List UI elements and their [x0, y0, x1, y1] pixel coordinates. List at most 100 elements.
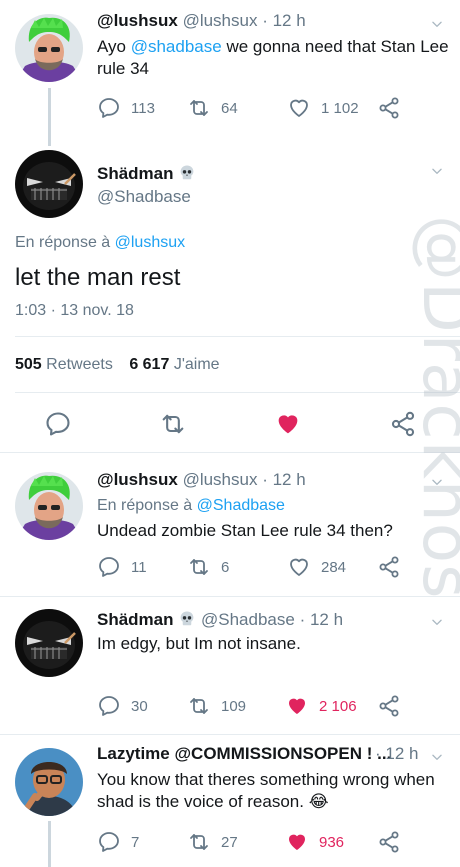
- retweets-stat[interactable]: 505 Retweets: [15, 356, 117, 373]
- user-handle[interactable]: @lushsux: [183, 470, 258, 489]
- tweet-header: Lazytime @COMMISSIONSOPEN ! ... · 12 h: [97, 744, 427, 764]
- share-button[interactable]: [389, 410, 417, 438]
- text-segment: Ayo: [97, 37, 131, 56]
- avatar[interactable]: [15, 609, 83, 677]
- retweet-button[interactable]: 27: [187, 830, 238, 854]
- tweet-actions: 30 109 2 106: [97, 694, 417, 722]
- main-name-row: Shädman: [97, 164, 196, 184]
- chevron-down-icon[interactable]: [430, 615, 444, 629]
- tweet-time[interactable]: · 12 h: [262, 470, 305, 489]
- reply-icon: [44, 410, 72, 438]
- display-name[interactable]: @lushsux: [97, 11, 178, 30]
- tweet-time[interactable]: · 12 h: [300, 610, 343, 629]
- reply-to-label: En réponse à: [97, 497, 197, 514]
- share-button[interactable]: [377, 555, 401, 579]
- tweet-header: @lushsux @lushsux · 12 h: [97, 470, 306, 490]
- chevron-down-icon[interactable]: [430, 475, 444, 489]
- reply-count: 7: [131, 833, 140, 851]
- retweet-button[interactable]: 6: [187, 555, 229, 579]
- chevron-down-icon[interactable]: [430, 17, 444, 31]
- reply-to-link[interactable]: @Shadbase: [197, 497, 285, 514]
- skull-icon: [178, 610, 196, 628]
- divider: [15, 392, 460, 393]
- thread-line: [48, 821, 51, 867]
- like-count: 284: [321, 558, 347, 576]
- like-button[interactable]: 1 102: [287, 96, 359, 120]
- retweets-label: Retweets: [46, 356, 113, 373]
- like-count: 2 106: [319, 697, 357, 715]
- retweet-button[interactable]: [159, 410, 187, 438]
- main-actions: [44, 410, 424, 438]
- share-button[interactable]: [377, 830, 401, 854]
- heart-filled-icon: [274, 410, 302, 438]
- reply-button[interactable]: 113: [97, 96, 155, 120]
- display-name[interactable]: Lazytime @COMMISSIONSOPEN ! ...: [97, 744, 391, 763]
- avatar[interactable]: [15, 472, 83, 540]
- mention-link[interactable]: @shadbase: [131, 37, 222, 56]
- reply-lushsux[interactable]: @lushsux @lushsux · 12 h En réponse à @S…: [0, 453, 460, 595]
- like-count: 1 102: [321, 99, 359, 117]
- emoji-joy: 😂: [308, 792, 329, 811]
- user-handle[interactable]: @Shadbase: [97, 187, 191, 206]
- reply-shadman[interactable]: Shädman @Shadbase · 12 h Im edgy, but Im…: [0, 597, 460, 734]
- retweet-button[interactable]: 109: [187, 694, 246, 718]
- retweet-button[interactable]: 64: [187, 96, 238, 120]
- avatar[interactable]: [15, 748, 83, 816]
- text-segment: shad is the voice of reason.: [97, 792, 304, 811]
- tweet-text: Im edgy, but Im not insane.: [97, 634, 301, 653]
- retweet-count: 6: [221, 558, 230, 576]
- reply-button[interactable]: 11: [97, 555, 147, 579]
- tweet-actions: 11 6 284: [97, 555, 417, 583]
- reply-icon: [97, 694, 121, 718]
- retweet-icon: [187, 694, 211, 718]
- display-name[interactable]: Shädman: [97, 610, 174, 629]
- user-handle[interactable]: @lushsux: [183, 11, 258, 30]
- reply-button[interactable]: [44, 410, 72, 438]
- like-button[interactable]: 284: [287, 555, 346, 579]
- chevron-down-icon[interactable]: [430, 750, 444, 764]
- chevron-down-icon[interactable]: [430, 164, 444, 178]
- reply-to-link[interactable]: @lushsux: [115, 234, 186, 251]
- divider: [15, 336, 460, 337]
- tweet-time[interactable]: · 12 h: [262, 11, 305, 30]
- avatar[interactable]: [15, 150, 83, 218]
- retweets-count: 505: [15, 356, 42, 373]
- display-name[interactable]: @lushsux: [97, 470, 178, 489]
- display-name[interactable]: Shädman: [97, 164, 174, 183]
- likes-label: J'aime: [173, 356, 220, 373]
- heart-icon: [287, 96, 311, 120]
- tweet-actions: 7 27 936: [97, 830, 417, 858]
- reply-count: 11: [131, 558, 147, 576]
- share-button[interactable]: [377, 96, 401, 120]
- share-icon: [377, 96, 401, 120]
- like-button[interactable]: [274, 410, 302, 438]
- retweet-icon: [187, 96, 211, 120]
- reply-to-label: En réponse à: [15, 234, 115, 251]
- like-button[interactable]: 2 106: [285, 694, 357, 718]
- reply-icon: [97, 96, 121, 120]
- share-button[interactable]: [377, 694, 401, 718]
- reply-count: 113: [131, 99, 155, 117]
- reply-button[interactable]: 7: [97, 830, 139, 854]
- engagement-stats: 505 Retweets 6 617 J'aime: [15, 356, 220, 374]
- retweet-count: 27: [221, 833, 238, 851]
- reply-lazytime[interactable]: Lazytime @COMMISSIONSOPEN ! ... · 12 h Y…: [0, 735, 460, 867]
- reply-button[interactable]: 30: [97, 694, 148, 718]
- heart-filled-icon: [285, 830, 309, 854]
- tweet-header: Shädman @Shadbase · 12 h: [97, 610, 343, 630]
- text-segment: we gonna need that Stan Lee: [221, 37, 449, 56]
- avatar[interactable]: [15, 14, 83, 82]
- main-tweet: Shädman @Shadbase En réponse à @lushsux …: [0, 140, 460, 453]
- tweet-actions: 113 64 1 102: [97, 96, 417, 124]
- tweet-timestamp[interactable]: 1:03 · 13 nov. 18: [15, 302, 134, 320]
- user-handle[interactable]: @Shadbase: [201, 610, 295, 629]
- tweet-text: Undead zombie Stan Lee rule 34 then?: [97, 521, 393, 540]
- retweet-count: 64: [221, 99, 238, 117]
- like-button[interactable]: 936: [285, 830, 344, 854]
- likes-stat[interactable]: 6 617 J'aime: [129, 356, 219, 373]
- likes-count: 6 617: [129, 356, 170, 373]
- reply-icon: [97, 555, 121, 579]
- main-tweet-text: let the man rest: [15, 264, 181, 291]
- tweet-lushsux-1[interactable]: @lushsux @lushsux · 12 h Ayo @shadbase w…: [0, 0, 460, 140]
- tweet-time[interactable]: · 12 h: [375, 744, 418, 764]
